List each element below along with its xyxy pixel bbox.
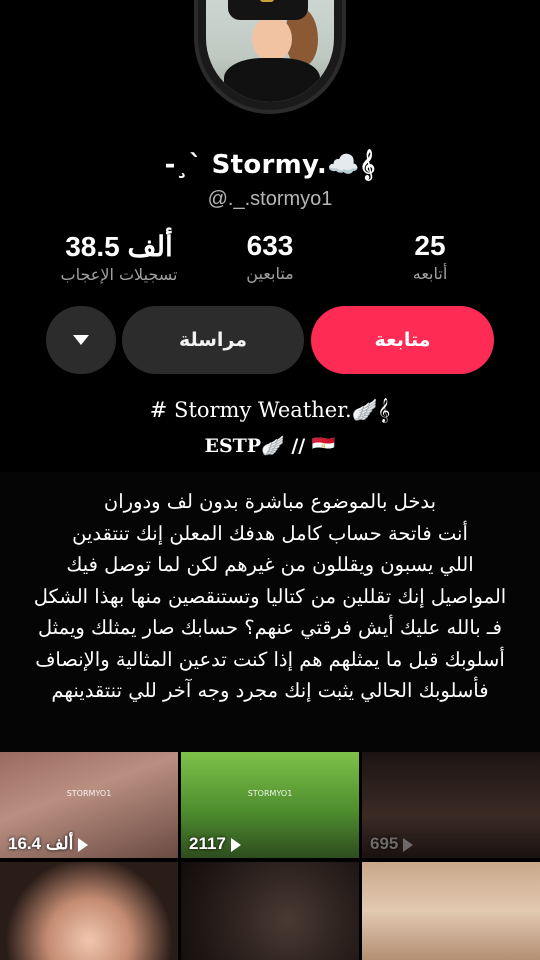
suggested-accounts-dropdown-button[interactable]: [46, 306, 116, 374]
avatar-coat: [224, 58, 320, 102]
view-count-text: 16.4 ألف: [8, 834, 74, 853]
stat-likes[interactable]: 38.5 ألف تسجيلات الإعجاب: [34, 230, 204, 284]
bio-line-2: ESTP🪽 // 🇪🇬: [204, 435, 336, 457]
banner-line: بدخل بالموضوع مباشرة بدون لف ودوران: [103, 490, 437, 513]
banner-line: أنت فاتحة حساب كامل هدفك المعلن إنك تنتق…: [72, 521, 468, 545]
video-view-count: 2117: [189, 834, 241, 854]
play-icon: [403, 837, 414, 852]
banner-text: بدخل بالموضوع مباشرة بدون لف ودوران أنت …: [0, 472, 540, 707]
banner-line: اللي يسبون ويقللون من غيرهم لكن لما توصل…: [66, 553, 474, 576]
avatar-hat-badge: [260, 0, 274, 2]
video-caption: STORMYO1: [247, 789, 293, 798]
profile-avatar-ring[interactable]: [194, 0, 346, 114]
stat-likes-value: 38.5 ألف: [65, 231, 173, 262]
stat-following[interactable]: 25 أتابعه: [380, 230, 480, 283]
avatar-face: [252, 16, 292, 62]
profile-display-name: -¸` Stormy.☁️𝄞: [164, 150, 376, 180]
banner-line: فأسلوبك الحالي يثبت إنك مجرد وجه آخر للي…: [51, 679, 489, 702]
banner-line: المواصيل إنك تقللين من كتاليا وتستنقصين …: [33, 584, 507, 608]
stat-followers-label: متابعين: [246, 264, 294, 283]
video-grid: STORMYO1 16.4 ألف STORMYO1 2117 695: [0, 752, 540, 960]
video-view-count: 16.4 ألف: [8, 834, 89, 854]
video-thumbnail[interactable]: STORMYO1 2117: [181, 752, 359, 858]
bio-line-1: # Stormy Weather.🪽𝄞: [149, 398, 391, 422]
stat-following-label: أتابعه: [412, 264, 448, 283]
profile-username: @._.stormyo1: [207, 188, 333, 210]
stat-followers-value: 633: [246, 230, 294, 261]
stat-following-value: 25: [414, 230, 446, 261]
video-caption: STORMYO1: [66, 789, 112, 798]
video-view-count: 695: [370, 834, 414, 854]
view-count-text: 695: [370, 834, 399, 853]
play-icon: [78, 837, 89, 852]
triangle-down-icon: [73, 335, 89, 345]
banner-line: أسلوبك قبل ما يمثلهم هم إذا كنت تدعين ال…: [35, 647, 505, 671]
video-thumbnail[interactable]: [181, 862, 359, 960]
stat-followers[interactable]: 633 متابعين: [210, 230, 330, 283]
avatar-pilot-hat: [228, 0, 308, 20]
video-thumbnail[interactable]: 695: [362, 752, 540, 858]
follow-button[interactable]: متابعة: [311, 306, 494, 374]
video-thumbnail[interactable]: [362, 862, 540, 960]
video-thumbnail[interactable]: STORMYO1 16.4 ألف: [0, 752, 178, 858]
video-thumbnail[interactable]: [0, 862, 178, 960]
banner-line: فـ بالله عليك أيش فرقتي عنهم؟ حسابك صار …: [38, 616, 502, 639]
stat-likes-label: تسجيلات الإعجاب: [60, 265, 178, 284]
play-icon: [230, 837, 241, 852]
profile-avatar[interactable]: [206, 0, 334, 102]
view-count-text: 2117: [189, 834, 226, 853]
message-button[interactable]: مراسلة: [122, 306, 304, 374]
text-overlay-banner: بدخل بالموضوع مباشرة بدون لف ودوران أنت …: [0, 472, 540, 752]
